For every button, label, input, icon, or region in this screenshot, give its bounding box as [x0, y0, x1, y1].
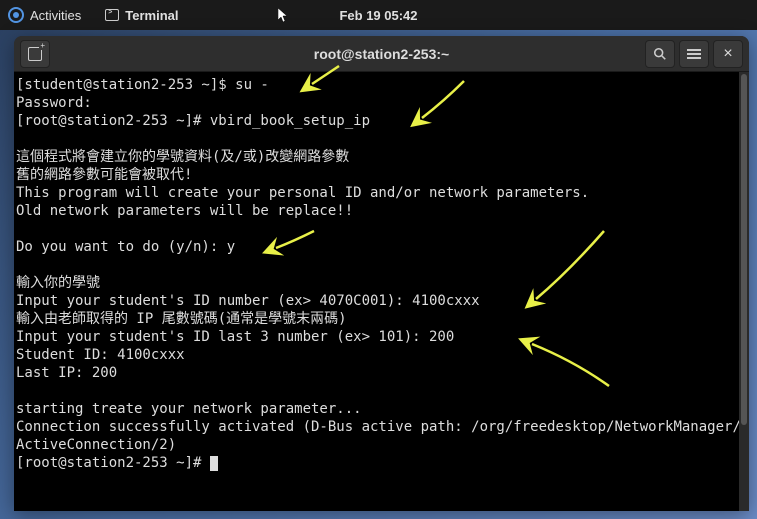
terminal-line: 輸入由老師取得的 IP 尾數號碼(通常是學號末兩碼) [16, 310, 747, 328]
terminal-window: root@station2-253:~ × [student@station2-… [14, 36, 749, 511]
window-titlebar: root@station2-253:~ × [14, 36, 749, 72]
scrollbar-thumb[interactable] [741, 74, 747, 425]
search-button[interactable] [645, 40, 675, 68]
terminal-line: [root@station2-253 ~]# vbird_book_setup_… [16, 112, 747, 130]
close-button[interactable]: × [713, 40, 743, 68]
terminal-line: Do you want to do (y/n): y [16, 238, 747, 256]
terminal-line [16, 130, 747, 148]
mouse-cursor-icon [278, 8, 290, 27]
gnome-topbar: Activities Terminal Feb 19 05:42 [0, 0, 757, 30]
hamburger-icon [687, 49, 701, 59]
terminal-line: 這個程式將會建立你的學號資料(及/或)改變網路參數 [16, 148, 747, 166]
search-icon [653, 47, 667, 61]
menu-button[interactable] [679, 40, 709, 68]
terminal-line [16, 256, 747, 274]
terminal-line: Connection successfully activated (D-Bus… [16, 418, 747, 454]
terminal-line: [student@station2-253 ~]$ su - [16, 76, 747, 94]
titlebar-right: × [645, 40, 743, 68]
window-title: root@station2-253:~ [314, 46, 449, 62]
terminal-line: Password: [16, 94, 747, 112]
terminal-line: Old network parameters will be replace!! [16, 202, 747, 220]
new-tab-button[interactable] [20, 40, 50, 68]
terminal-line: Input your student's ID last 3 number (e… [16, 328, 747, 346]
cursor-icon [210, 456, 218, 471]
terminal-line: Last IP: 200 [16, 364, 747, 382]
topbar-left: Activities Terminal [8, 7, 179, 23]
terminal-icon [105, 9, 119, 21]
terminal-line: 舊的網路參數可能會被取代! [16, 166, 747, 184]
activities-icon [8, 7, 24, 23]
terminal-line [16, 382, 747, 400]
activities-label: Activities [30, 8, 81, 23]
terminal-prompt: [root@station2-253 ~]# [16, 454, 747, 472]
app-label: Terminal [125, 8, 178, 23]
close-icon: × [723, 45, 732, 63]
terminal-output[interactable]: [student@station2-253 ~]$ su -Password: … [14, 72, 749, 511]
clock[interactable]: Feb 19 05:42 [339, 8, 417, 23]
new-tab-icon [28, 47, 42, 61]
scrollbar[interactable] [739, 72, 749, 511]
activities-button[interactable]: Activities [8, 7, 81, 23]
app-menu[interactable]: Terminal [105, 8, 178, 23]
terminal-line: Student ID: 4100cxxx [16, 346, 747, 364]
terminal-line: Input your student's ID number (ex> 4070… [16, 292, 747, 310]
terminal-line: 輸入你的學號 [16, 274, 747, 292]
terminal-line: starting treate your network parameter..… [16, 400, 747, 418]
terminal-line: This program will create your personal I… [16, 184, 747, 202]
terminal-line [16, 220, 747, 238]
